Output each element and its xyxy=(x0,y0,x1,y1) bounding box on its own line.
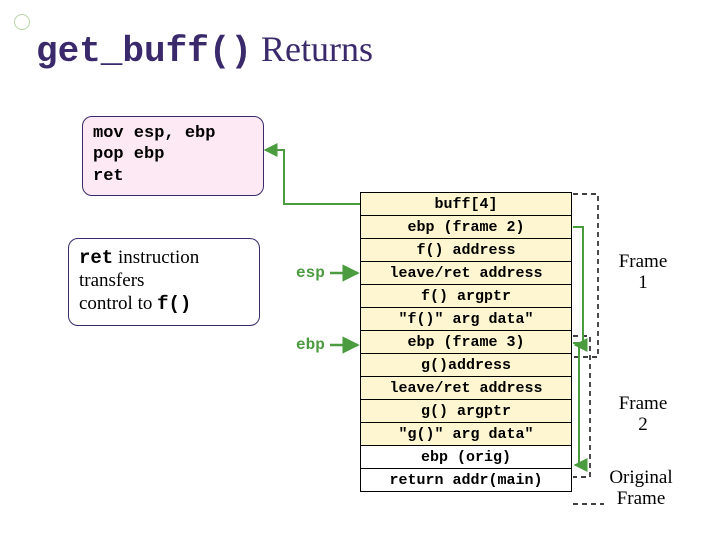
stack-cell: g() argptr xyxy=(361,400,572,423)
assembly-code-box: mov esp, ebp pop ebp ret xyxy=(82,116,264,196)
stack-cell: "f()" arg data" xyxy=(361,308,572,331)
stack-cell: ebp (frame 3) xyxy=(361,331,572,354)
stack-cell: f() argptr xyxy=(361,285,572,308)
callout-line-2: transfers xyxy=(79,270,249,293)
stack-cell: ebp (frame 2) xyxy=(361,216,572,239)
frame-2-label: Frame 2 xyxy=(608,394,678,436)
esp-pointer-label: esp xyxy=(296,264,325,282)
stack-cell: buff[4] xyxy=(361,193,572,216)
callout-line-1: ret instruction xyxy=(79,247,249,270)
ebp-pointer-label: ebp xyxy=(296,336,325,354)
callout-ret: ret xyxy=(79,247,113,269)
assembly-code-text: mov esp, ebp pop ebp ret xyxy=(93,124,215,186)
ret-callout-box: ret instruction transfers control to f() xyxy=(68,238,260,326)
slide-title: get_buff() Returns xyxy=(36,28,373,72)
stack-cell: return addr(main) xyxy=(361,469,572,492)
slide-bullet-decoration xyxy=(14,14,30,30)
title-rest: Returns xyxy=(252,29,373,69)
callout-f: f() xyxy=(157,293,191,315)
callout-1b: instruction xyxy=(113,247,199,268)
stack-cell: "g()" arg data" xyxy=(361,423,572,446)
stack-cell: g()address xyxy=(361,354,572,377)
original-frame-label: Original Frame xyxy=(594,468,688,510)
stack-cell: f() address xyxy=(361,239,572,262)
stack-cell: leave/ret address xyxy=(361,377,572,400)
title-mono: get_buff() xyxy=(36,31,252,72)
stack-cell: leave/ret address xyxy=(361,262,572,285)
frame-1-label: Frame 1 xyxy=(608,252,678,294)
callout-3a: control to xyxy=(79,293,157,314)
callout-line-3: control to f() xyxy=(79,293,249,316)
stack-table: buff[4]ebp (frame 2)f() addressleave/ret… xyxy=(360,192,572,492)
stack-cell: ebp (orig) xyxy=(361,446,572,469)
